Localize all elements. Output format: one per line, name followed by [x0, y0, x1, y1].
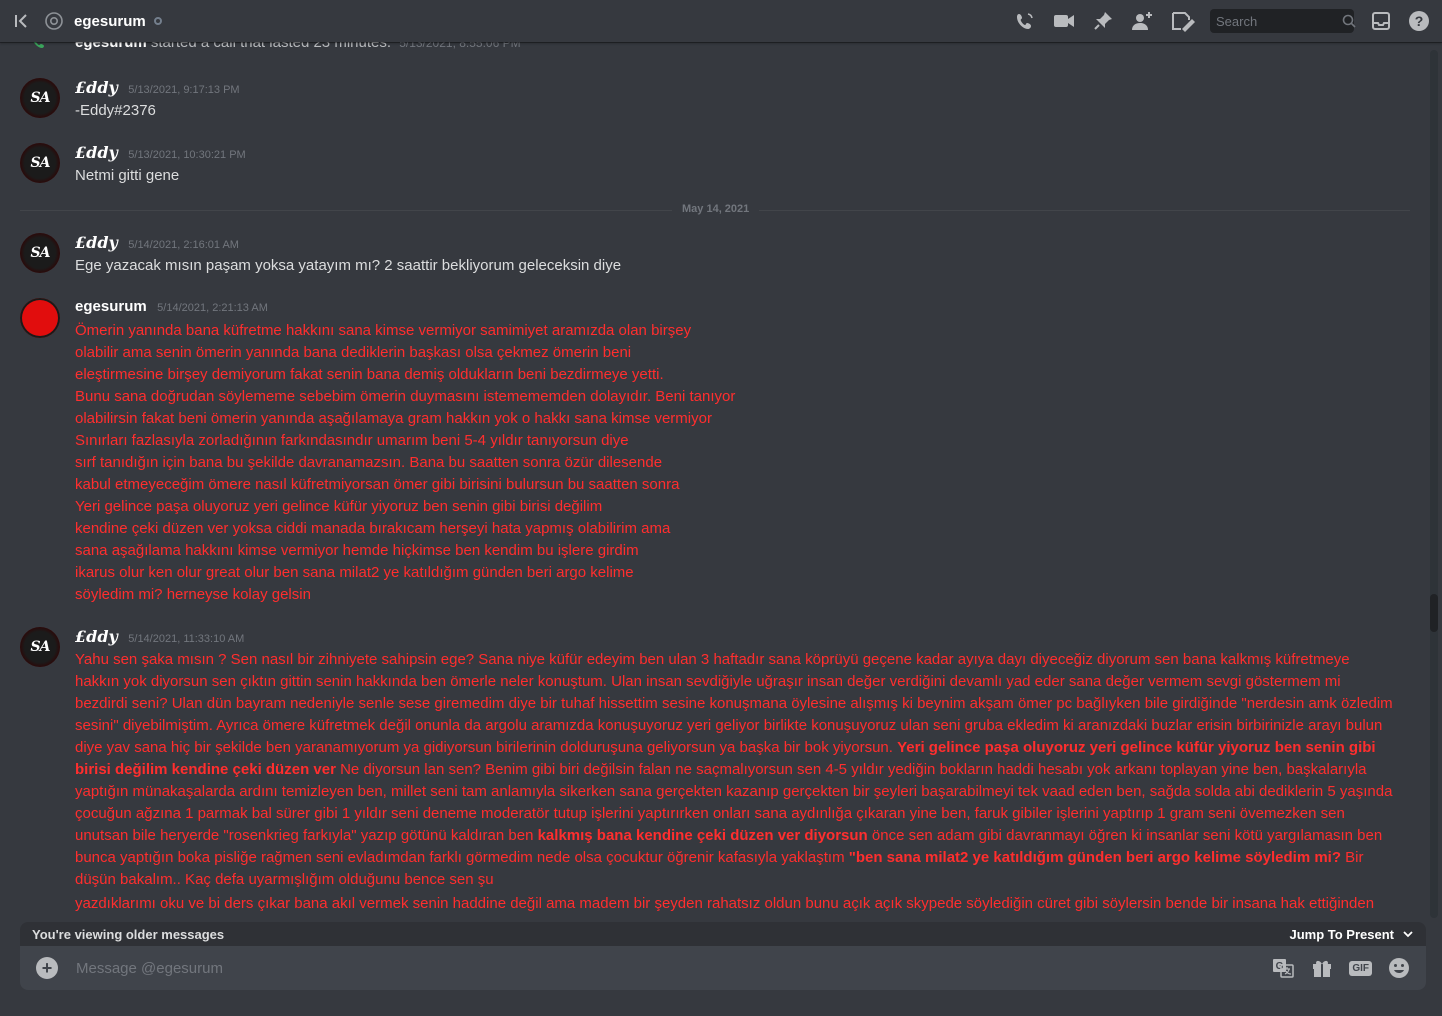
call-notice: egesurum started a call that lasted 23 m… — [75, 42, 521, 51]
avatar-logo: SA — [30, 245, 51, 261]
start-voice-call-icon[interactable] — [1014, 10, 1036, 32]
message-segment-bold: "ben sana milat2 ye katıldığım günden be… — [848, 849, 1341, 866]
older-messages-text: You're viewing older messages — [32, 926, 225, 942]
avatar-logo: SA — [30, 639, 51, 655]
date-divider-label: May 14, 2021 — [672, 203, 760, 215]
avatar[interactable]: SA — [20, 78, 60, 118]
message-continuation: yazdıklarımı oku ve bi ders çıkar bana a… — [75, 895, 1375, 912]
message-content: -Eddy#2376 — [75, 102, 156, 119]
offline-status-icon — [153, 17, 162, 25]
chevron-down-icon — [1402, 928, 1414, 940]
message-segment-bold: kalkmış bana kendine çeki düzen ver diyo… — [537, 827, 868, 844]
avatar-logo: SA — [30, 90, 51, 106]
translate-icon[interactable]: G — [1271, 957, 1295, 979]
channel-title: egesurum — [74, 12, 146, 30]
call-notice-timestamp: 5/13/2021, 8:55:06 PM — [399, 42, 521, 50]
search-icon — [1342, 14, 1356, 28]
back-icon[interactable] — [14, 13, 30, 29]
message-author[interactable]: £ddy — [75, 143, 118, 162]
avatar[interactable]: SA — [20, 143, 60, 183]
avatar[interactable]: SA — [20, 627, 60, 667]
scrollbar-thumb[interactable] — [1430, 594, 1438, 632]
message-content: Netmi gitti gene — [75, 167, 180, 184]
older-messages-banner: You're viewing older messages Jump To Pr… — [20, 922, 1426, 946]
message-timestamp: 5/13/2021, 9:17:13 PM — [128, 84, 240, 96]
at-icon — [44, 11, 64, 31]
message-author[interactable]: £ddy — [75, 78, 118, 97]
message-input[interactable] — [74, 958, 1256, 978]
message-timestamp: 5/14/2021, 2:16:01 AM — [128, 239, 239, 251]
jump-to-present-label: Jump To Present — [1289, 926, 1394, 942]
call-phone-icon — [32, 42, 48, 55]
svg-text:G: G — [1276, 961, 1284, 972]
hide-member-list-icon[interactable] — [1170, 10, 1196, 32]
scrollbar-track[interactable] — [1430, 50, 1438, 918]
call-notice-user[interactable]: egesurum — [75, 42, 147, 51]
message-content: Ege yazacak mısın paşam yoksa yatayım mı… — [75, 257, 622, 274]
avatar-logo: SA — [30, 155, 51, 171]
message-author[interactable]: £ddy — [75, 233, 118, 252]
message-timestamp: 5/14/2021, 11:33:10 AM — [128, 633, 245, 645]
add-attachment-icon[interactable]: + — [36, 957, 58, 979]
channel-header: egesurum ? — [0, 0, 1442, 42]
message-timestamp: 5/13/2021, 10:30:21 PM — [128, 149, 246, 161]
inbox-icon[interactable] — [1370, 10, 1392, 32]
avatar[interactable]: SA — [20, 233, 60, 273]
gif-picker-icon[interactable]: GIF — [1349, 960, 1372, 976]
emoji-icon[interactable] — [1388, 957, 1410, 979]
message-author[interactable]: £ddy — [75, 627, 118, 646]
gif-label: GIF — [1349, 960, 1372, 976]
message-author[interactable]: egesurum — [75, 298, 147, 315]
message-list[interactable]: egesurum started a call that lasted 23 m… — [0, 42, 1428, 920]
message-composer: + G GIF — [20, 946, 1426, 990]
start-video-call-icon[interactable] — [1052, 10, 1076, 32]
help-icon[interactable]: ? — [1408, 10, 1430, 32]
message-content: Ömerin yanında bana küfretme hakkını san… — [75, 322, 736, 603]
search-box[interactable] — [1210, 9, 1356, 33]
jump-to-present-button[interactable]: Jump To Present — [1289, 927, 1414, 942]
call-notice-text: started a call that lasted 23 minutes. — [150, 42, 392, 51]
search-input[interactable] — [1216, 13, 1326, 29]
message-timestamp: 5/14/2021, 2:21:13 AM — [157, 302, 268, 314]
avatar[interactable] — [20, 298, 60, 338]
gift-icon[interactable] — [1311, 957, 1333, 979]
pinned-messages-icon[interactable] — [1092, 10, 1114, 32]
add-friends-to-dm-icon[interactable] — [1130, 10, 1154, 32]
message-content: Yahu sen şaka mısın ? Sen nasıl bir zihn… — [75, 649, 1395, 891]
svg-text:?: ? — [1415, 13, 1424, 29]
